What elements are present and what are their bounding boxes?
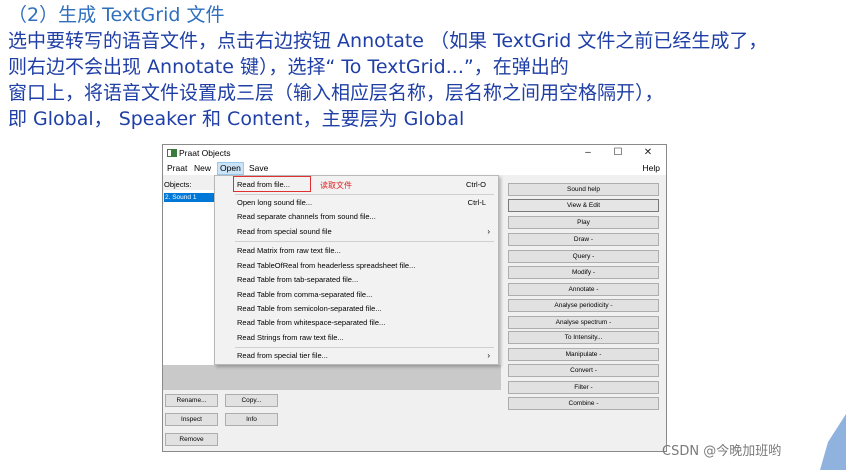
sound-help-button[interactable]: Sound help	[508, 183, 659, 196]
menu-item-read-strings[interactable]: Read Strings from raw text file...	[237, 332, 344, 344]
menu-item-read-table-comma[interactable]: Read Table from comma-separated file...	[237, 289, 372, 301]
convert-button[interactable]: Convert -	[508, 364, 659, 377]
menu-open[interactable]: Open	[217, 162, 244, 175]
view-edit-button[interactable]: View & Edit	[508, 199, 659, 212]
objects-empty-area	[163, 365, 501, 390]
draw-button[interactable]: Draw -	[508, 233, 659, 246]
copy-button[interactable]: Copy...	[225, 394, 278, 407]
list-item-selected[interactable]: 2. Sound 1	[164, 193, 216, 202]
menu-item-read-table-tab[interactable]: Read Table from tab-separated file...	[237, 274, 358, 286]
play-button[interactable]: Play	[508, 216, 659, 229]
analyse-periodicity-button[interactable]: Analyse periodicity -	[508, 299, 659, 312]
minimize-button[interactable]: –	[577, 146, 599, 160]
shortcut-ctrl-o: Ctrl-O	[466, 180, 486, 189]
instruction-text: （2）生成 TextGrid 文件 选中要转写的语音文件，点击右边按钮 Anno…	[8, 2, 844, 132]
menu-praat[interactable]: Praat	[165, 163, 189, 174]
menu-separator	[235, 347, 494, 348]
title-bar: Praat Objects – ☐ ✕	[163, 145, 666, 162]
instruction-line-2: 选中要转写的语音文件，点击右边按钮 Annotate （如果 TextGrid …	[8, 30, 768, 52]
menu-item-read-tableofreal[interactable]: Read TableOfReal from headerless spreads…	[237, 260, 415, 272]
menu-separator	[235, 194, 494, 195]
modify-button[interactable]: Modify -	[508, 266, 659, 279]
menu-separator	[235, 241, 494, 242]
submenu-arrow-icon: ›	[487, 227, 490, 236]
menu-item-read-separate-channels[interactable]: Read separate channels from sound file..…	[237, 211, 376, 223]
annotate-button[interactable]: Annotate -	[508, 283, 659, 296]
instruction-line-3: 则右边不会出现 Annotate 键），选择“ To TextGrid...”，…	[8, 56, 569, 78]
menu-item-read-special-tier[interactable]: Read from special tier file...	[237, 350, 328, 362]
instruction-line-5: 即 Global， Speaker 和 Content，主要层为 Global	[8, 108, 465, 130]
manipulate-button[interactable]: Manipulate -	[508, 348, 659, 361]
instruction-line-1: （2）生成 TextGrid 文件	[8, 4, 225, 26]
submenu-arrow-icon: ›	[487, 351, 490, 360]
shortcut-ctrl-l: Ctrl-L	[467, 198, 486, 207]
inspect-button[interactable]: Inspect	[165, 413, 218, 426]
info-button[interactable]: Info	[225, 413, 278, 426]
remove-button[interactable]: Remove	[165, 433, 218, 446]
close-button[interactable]: ✕	[637, 146, 659, 160]
menu-new[interactable]: New	[192, 163, 213, 174]
menu-item-read-table-whitespace[interactable]: Read Table from whitespace-separated fil…	[237, 317, 385, 329]
query-button[interactable]: Query -	[508, 250, 659, 263]
analyse-spectrum-button[interactable]: Analyse spectrum -	[508, 316, 659, 329]
menu-item-open-long-sound[interactable]: Open long sound file...	[237, 197, 312, 209]
window-title: Praat Objects	[179, 148, 231, 158]
menu-item-read-table-semicolon[interactable]: Read Table from semicolon-separated file…	[237, 303, 382, 315]
filter-button[interactable]: Filter -	[508, 381, 659, 394]
to-intensity-button[interactable]: To Intensity...	[508, 331, 659, 344]
menu-help[interactable]: Help	[643, 163, 660, 173]
menu-item-read-matrix[interactable]: Read Matrix from raw text file...	[237, 245, 341, 257]
menu-save[interactable]: Save	[247, 163, 270, 174]
menu-item-read-special-sound[interactable]: Read from special sound file	[237, 226, 332, 238]
csdn-watermark: CSDN @今晚加班哟	[662, 444, 782, 459]
menu-bar: Praat New Open Save Help	[163, 162, 666, 175]
objects-list-white	[163, 205, 215, 365]
corner-decoration-icon	[820, 414, 846, 470]
highlight-box	[233, 176, 311, 192]
rename-button[interactable]: Rename...	[165, 394, 218, 407]
combine-button[interactable]: Combine -	[508, 397, 659, 410]
maximize-button[interactable]: ☐	[607, 146, 629, 160]
instruction-line-4: 窗口上，将语音文件设置成三层（输入相应层名称，层名称之间用空格隔开），	[8, 82, 664, 104]
praat-app-icon	[167, 149, 177, 157]
objects-label: Objects:	[164, 180, 192, 189]
open-dropdown-menu: Read from file... Ctrl-O Open long sound…	[214, 175, 499, 365]
annotation-read-file: 读取文件	[320, 181, 352, 190]
